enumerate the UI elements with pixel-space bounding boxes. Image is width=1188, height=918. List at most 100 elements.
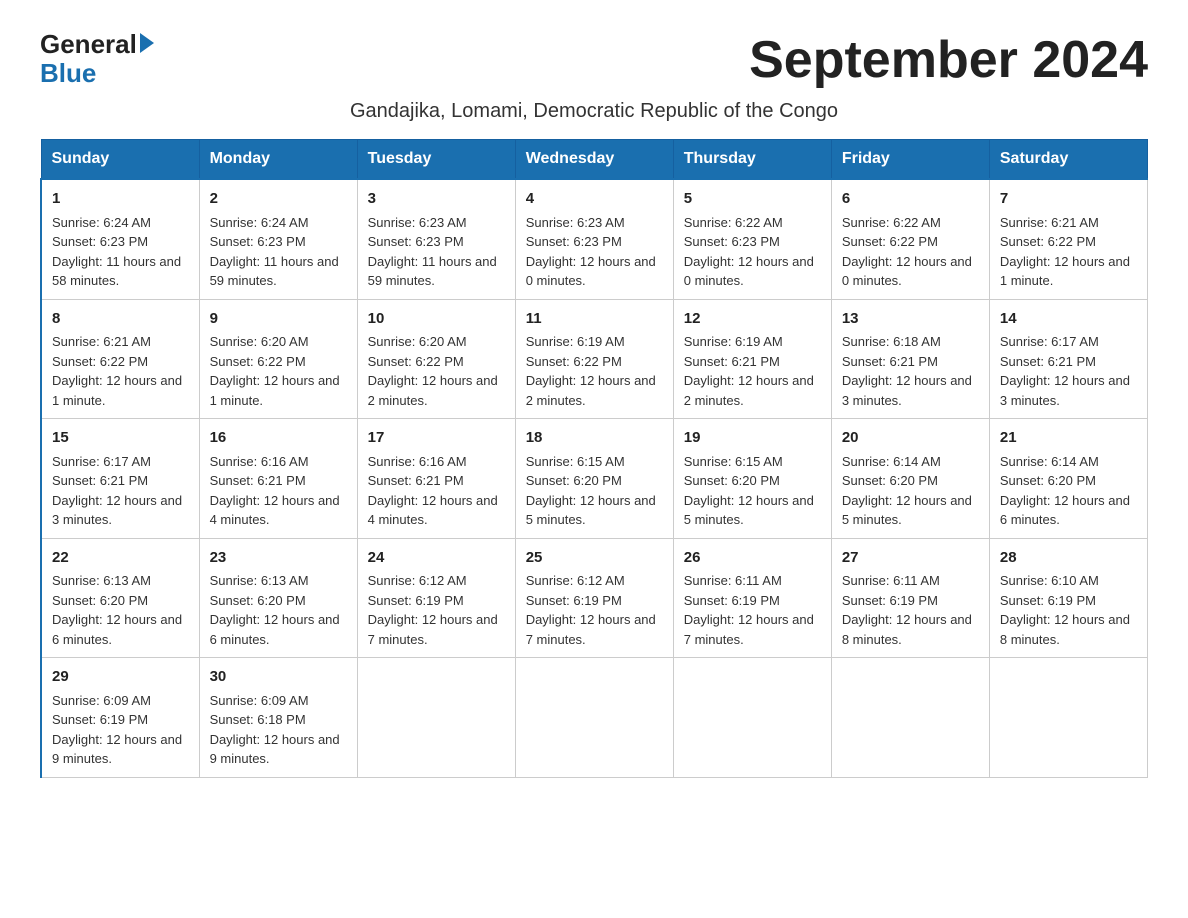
calendar-header-monday: Monday <box>199 140 357 180</box>
calendar-cell: 2 Sunrise: 6:24 AMSunset: 6:23 PMDayligh… <box>199 179 357 299</box>
day-info: Sunrise: 6:22 AMSunset: 6:22 PMDaylight:… <box>842 215 972 289</box>
day-number: 5 <box>684 188 821 211</box>
day-info: Sunrise: 6:20 AMSunset: 6:22 PMDaylight:… <box>368 334 498 408</box>
day-info: Sunrise: 6:13 AMSunset: 6:20 PMDaylight:… <box>52 573 182 647</box>
day-number: 27 <box>842 547 979 570</box>
calendar-table: SundayMondayTuesdayWednesdayThursdayFrid… <box>40 139 1148 778</box>
day-info: Sunrise: 6:11 AMSunset: 6:19 PMDaylight:… <box>842 573 972 647</box>
calendar-header-friday: Friday <box>831 140 989 180</box>
day-info: Sunrise: 6:09 AMSunset: 6:19 PMDaylight:… <box>52 693 182 767</box>
day-number: 7 <box>1000 188 1137 211</box>
day-number: 12 <box>684 308 821 331</box>
day-number: 14 <box>1000 308 1137 331</box>
calendar-cell: 5 Sunrise: 6:22 AMSunset: 6:23 PMDayligh… <box>673 179 831 299</box>
day-number: 21 <box>1000 427 1137 450</box>
logo-general-text: General <box>40 30 137 59</box>
page-header: General Blue September 2024 <box>40 30 1148 90</box>
day-number: 4 <box>526 188 663 211</box>
month-title: September 2024 <box>749 30 1148 90</box>
calendar-cell: 21 Sunrise: 6:14 AMSunset: 6:20 PMDaylig… <box>989 419 1147 539</box>
day-info: Sunrise: 6:18 AMSunset: 6:21 PMDaylight:… <box>842 334 972 408</box>
logo: General Blue <box>40 30 154 87</box>
calendar-cell: 14 Sunrise: 6:17 AMSunset: 6:21 PMDaylig… <box>989 299 1147 419</box>
location-subtitle: Gandajika, Lomami, Democratic Republic o… <box>40 100 1148 123</box>
calendar-cell <box>673 658 831 778</box>
day-info: Sunrise: 6:15 AMSunset: 6:20 PMDaylight:… <box>684 454 814 528</box>
day-info: Sunrise: 6:12 AMSunset: 6:19 PMDaylight:… <box>526 573 656 647</box>
calendar-cell: 16 Sunrise: 6:16 AMSunset: 6:21 PMDaylig… <box>199 419 357 539</box>
calendar-cell: 6 Sunrise: 6:22 AMSunset: 6:22 PMDayligh… <box>831 179 989 299</box>
day-info: Sunrise: 6:16 AMSunset: 6:21 PMDaylight:… <box>368 454 498 528</box>
day-info: Sunrise: 6:20 AMSunset: 6:22 PMDaylight:… <box>210 334 340 408</box>
day-info: Sunrise: 6:11 AMSunset: 6:19 PMDaylight:… <box>684 573 814 647</box>
day-info: Sunrise: 6:23 AMSunset: 6:23 PMDaylight:… <box>368 215 497 289</box>
calendar-cell: 9 Sunrise: 6:20 AMSunset: 6:22 PMDayligh… <box>199 299 357 419</box>
calendar-cell: 8 Sunrise: 6:21 AMSunset: 6:22 PMDayligh… <box>41 299 199 419</box>
calendar-cell: 11 Sunrise: 6:19 AMSunset: 6:22 PMDaylig… <box>515 299 673 419</box>
day-number: 1 <box>52 188 189 211</box>
day-number: 3 <box>368 188 505 211</box>
day-number: 24 <box>368 547 505 570</box>
day-info: Sunrise: 6:17 AMSunset: 6:21 PMDaylight:… <box>1000 334 1130 408</box>
calendar-cell: 13 Sunrise: 6:18 AMSunset: 6:21 PMDaylig… <box>831 299 989 419</box>
day-number: 6 <box>842 188 979 211</box>
day-number: 11 <box>526 308 663 331</box>
day-info: Sunrise: 6:19 AMSunset: 6:21 PMDaylight:… <box>684 334 814 408</box>
day-info: Sunrise: 6:17 AMSunset: 6:21 PMDaylight:… <box>52 454 182 528</box>
day-info: Sunrise: 6:14 AMSunset: 6:20 PMDaylight:… <box>1000 454 1130 528</box>
calendar-cell: 24 Sunrise: 6:12 AMSunset: 6:19 PMDaylig… <box>357 538 515 658</box>
day-number: 9 <box>210 308 347 331</box>
calendar-cell <box>831 658 989 778</box>
day-info: Sunrise: 6:15 AMSunset: 6:20 PMDaylight:… <box>526 454 656 528</box>
day-number: 15 <box>52 427 189 450</box>
calendar-header-thursday: Thursday <box>673 140 831 180</box>
day-number: 30 <box>210 666 347 689</box>
day-number: 17 <box>368 427 505 450</box>
day-number: 20 <box>842 427 979 450</box>
calendar-header-wednesday: Wednesday <box>515 140 673 180</box>
calendar-cell: 23 Sunrise: 6:13 AMSunset: 6:20 PMDaylig… <box>199 538 357 658</box>
calendar-cell: 22 Sunrise: 6:13 AMSunset: 6:20 PMDaylig… <box>41 538 199 658</box>
calendar-header-tuesday: Tuesday <box>357 140 515 180</box>
calendar-cell: 10 Sunrise: 6:20 AMSunset: 6:22 PMDaylig… <box>357 299 515 419</box>
calendar-cell: 4 Sunrise: 6:23 AMSunset: 6:23 PMDayligh… <box>515 179 673 299</box>
calendar-cell: 17 Sunrise: 6:16 AMSunset: 6:21 PMDaylig… <box>357 419 515 539</box>
day-number: 8 <box>52 308 189 331</box>
day-info: Sunrise: 6:23 AMSunset: 6:23 PMDaylight:… <box>526 215 656 289</box>
day-number: 26 <box>684 547 821 570</box>
day-info: Sunrise: 6:24 AMSunset: 6:23 PMDaylight:… <box>52 215 181 289</box>
calendar-cell: 7 Sunrise: 6:21 AMSunset: 6:22 PMDayligh… <box>989 179 1147 299</box>
calendar-week-row: 8 Sunrise: 6:21 AMSunset: 6:22 PMDayligh… <box>41 299 1148 419</box>
calendar-cell: 26 Sunrise: 6:11 AMSunset: 6:19 PMDaylig… <box>673 538 831 658</box>
day-number: 28 <box>1000 547 1137 570</box>
day-number: 10 <box>368 308 505 331</box>
day-info: Sunrise: 6:19 AMSunset: 6:22 PMDaylight:… <box>526 334 656 408</box>
day-number: 29 <box>52 666 189 689</box>
calendar-cell: 27 Sunrise: 6:11 AMSunset: 6:19 PMDaylig… <box>831 538 989 658</box>
day-info: Sunrise: 6:21 AMSunset: 6:22 PMDaylight:… <box>52 334 182 408</box>
logo-triangle-icon <box>140 33 154 53</box>
calendar-cell <box>357 658 515 778</box>
day-number: 23 <box>210 547 347 570</box>
calendar-header-sunday: Sunday <box>41 140 199 180</box>
day-info: Sunrise: 6:21 AMSunset: 6:22 PMDaylight:… <box>1000 215 1130 289</box>
day-info: Sunrise: 6:14 AMSunset: 6:20 PMDaylight:… <box>842 454 972 528</box>
calendar-cell: 29 Sunrise: 6:09 AMSunset: 6:19 PMDaylig… <box>41 658 199 778</box>
calendar-header-saturday: Saturday <box>989 140 1147 180</box>
day-number: 22 <box>52 547 189 570</box>
calendar-cell: 20 Sunrise: 6:14 AMSunset: 6:20 PMDaylig… <box>831 419 989 539</box>
calendar-week-row: 15 Sunrise: 6:17 AMSunset: 6:21 PMDaylig… <box>41 419 1148 539</box>
calendar-cell <box>989 658 1147 778</box>
calendar-cell: 18 Sunrise: 6:15 AMSunset: 6:20 PMDaylig… <box>515 419 673 539</box>
calendar-cell: 19 Sunrise: 6:15 AMSunset: 6:20 PMDaylig… <box>673 419 831 539</box>
calendar-cell: 15 Sunrise: 6:17 AMSunset: 6:21 PMDaylig… <box>41 419 199 539</box>
logo-blue-text: Blue <box>40 59 96 88</box>
day-number: 25 <box>526 547 663 570</box>
calendar-cell <box>515 658 673 778</box>
calendar-cell: 1 Sunrise: 6:24 AMSunset: 6:23 PMDayligh… <box>41 179 199 299</box>
day-info: Sunrise: 6:10 AMSunset: 6:19 PMDaylight:… <box>1000 573 1130 647</box>
day-number: 13 <box>842 308 979 331</box>
calendar-cell: 28 Sunrise: 6:10 AMSunset: 6:19 PMDaylig… <box>989 538 1147 658</box>
calendar-week-row: 29 Sunrise: 6:09 AMSunset: 6:19 PMDaylig… <box>41 658 1148 778</box>
calendar-header-row: SundayMondayTuesdayWednesdayThursdayFrid… <box>41 140 1148 180</box>
